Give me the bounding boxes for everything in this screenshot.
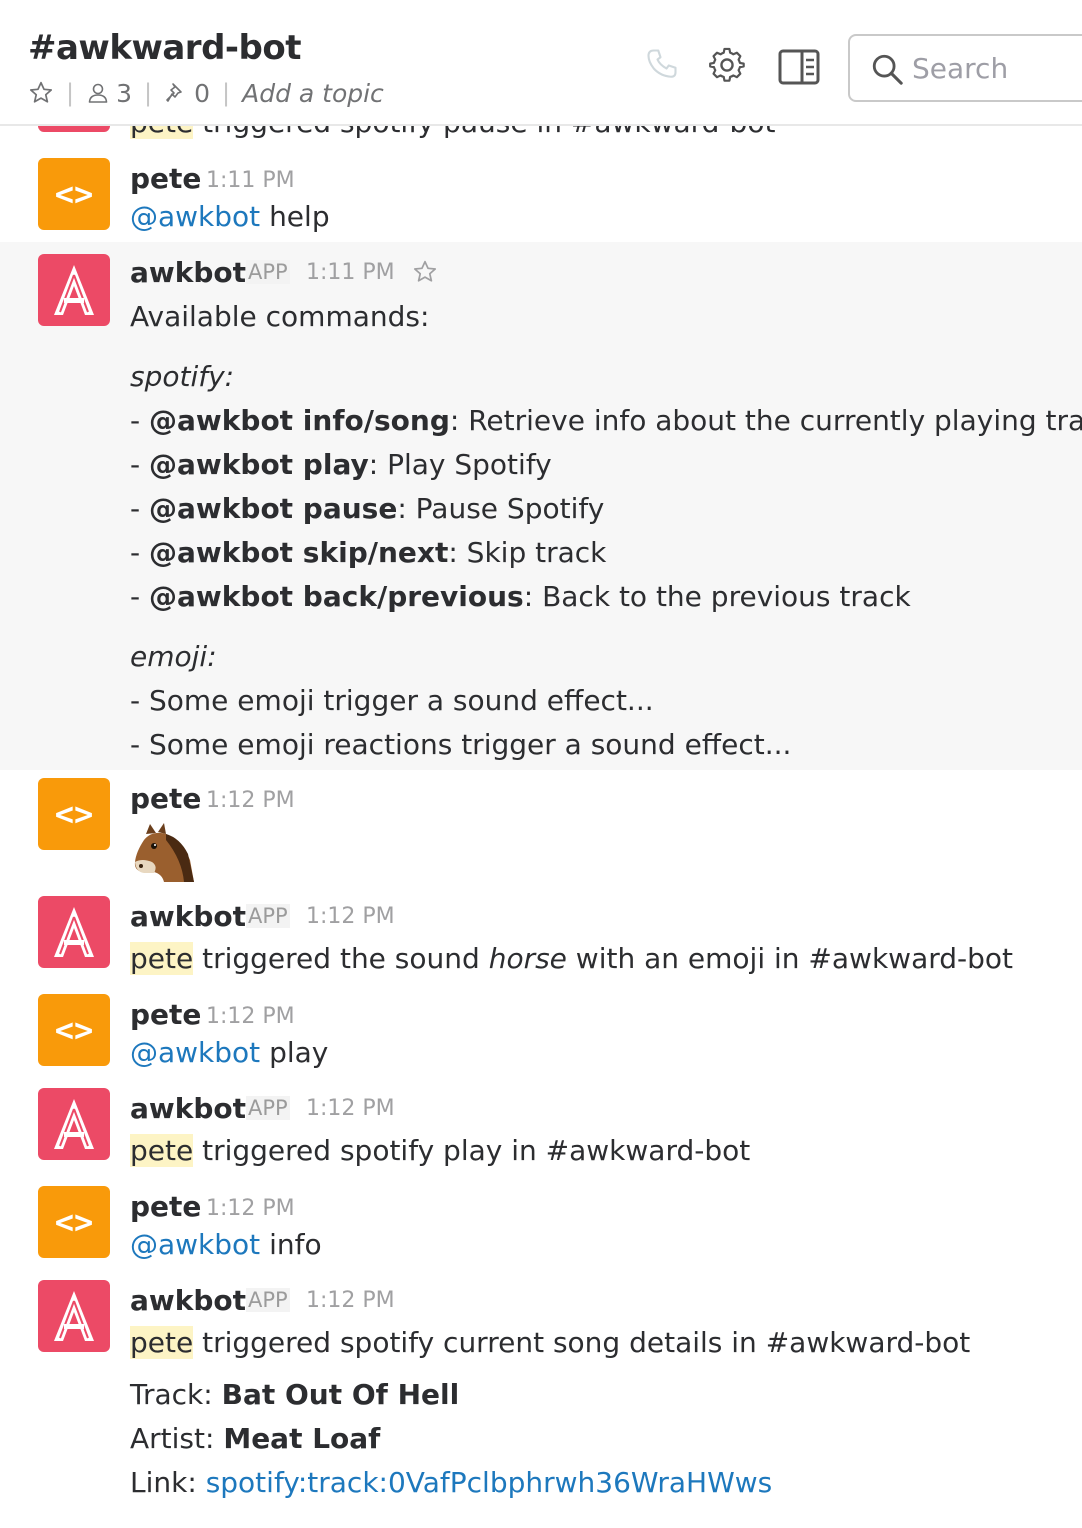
timestamp[interactable]: 1:12 PM xyxy=(306,1096,395,1121)
command-line: - @awkbot pause: Pause Spotify xyxy=(130,492,605,525)
message-text: @awkbot help xyxy=(130,200,330,233)
settings-button[interactable] xyxy=(708,46,746,88)
search-icon xyxy=(872,54,903,85)
awkbot-logo-icon xyxy=(54,265,94,315)
message: <> pete 1:12 PM @awkbot info xyxy=(0,1178,1082,1272)
avatar[interactable] xyxy=(38,896,110,968)
timestamp[interactable]: 1:11 PM xyxy=(306,260,395,285)
channel-title[interactable]: #awkward-bot xyxy=(28,28,301,68)
sidebar-toggle-icon xyxy=(778,49,820,85)
pin-icon xyxy=(166,83,182,102)
avatar[interactable]: <> xyxy=(38,158,110,230)
avatar[interactable]: <> xyxy=(38,994,110,1066)
pins-count: 0 xyxy=(194,78,210,108)
message: <> pete 1:12 PM @awkbot play xyxy=(0,986,1082,1080)
app-badge: APP xyxy=(246,1096,290,1120)
star-channel-button[interactable] xyxy=(28,80,54,106)
message-text: @awkbot play xyxy=(130,1036,329,1069)
search-input[interactable]: Search xyxy=(848,34,1082,102)
channel-header: #awkward-bot | 3 | 0 | Add a topic Searc… xyxy=(0,0,1082,126)
app-badge: APP xyxy=(246,904,290,928)
section-heading: spotify: xyxy=(130,360,235,393)
author-name[interactable]: pete xyxy=(130,162,201,195)
command-line: - @awkbot skip/next: Skip track xyxy=(130,536,607,569)
author-name[interactable]: pete xyxy=(130,782,201,815)
artist-line: Artist: Meat Loaf xyxy=(130,1422,381,1455)
emoji-line: - Some emoji reactions trigger a sound e… xyxy=(130,728,792,761)
message: awkbot APP 1:12 PM pete triggered spotif… xyxy=(0,1272,1082,1528)
awkbot-logo-icon xyxy=(54,1291,94,1341)
track-line: Track: Bat Out Of Hell xyxy=(130,1378,460,1411)
app-badge: APP xyxy=(246,260,290,284)
details-pane-button[interactable] xyxy=(778,48,820,90)
pins-button[interactable]: 0 xyxy=(164,79,210,108)
add-topic-link[interactable]: Add a topic xyxy=(242,79,384,108)
members-button[interactable]: 3 xyxy=(86,79,132,108)
message: awkbot APP 1:11 PM Available commands: s… xyxy=(0,242,1082,770)
message: <> pete 1:12 PM xyxy=(0,770,1082,888)
author-name[interactable]: awkbot xyxy=(130,256,246,289)
avatar[interactable]: <> xyxy=(38,778,110,850)
command-line: - @awkbot back/previous: Back to the pre… xyxy=(130,580,911,613)
message-text: @awkbot info xyxy=(130,1228,322,1261)
avatar[interactable] xyxy=(38,254,110,326)
avatar[interactable] xyxy=(38,1088,110,1160)
awkbot-logo-icon xyxy=(54,1099,94,1149)
channel-meta: | 3 | 0 | Add a topic xyxy=(28,78,384,108)
section-heading: emoji: xyxy=(130,640,217,673)
user-mention[interactable]: @awkbot xyxy=(130,1228,260,1261)
timestamp[interactable]: 1:11 PM xyxy=(206,168,295,193)
divider: | xyxy=(144,79,153,107)
phone-icon xyxy=(647,49,677,78)
author-name[interactable]: awkbot xyxy=(130,900,246,933)
divider: | xyxy=(222,79,231,107)
awkbot-logo-icon xyxy=(54,907,94,957)
author-name[interactable]: pete xyxy=(130,998,201,1031)
link-line: Link: spotify:track:0VafPclbphrwh36WraHW… xyxy=(130,1466,773,1499)
app-badge: APP xyxy=(246,1288,290,1312)
user-mention[interactable]: @awkbot xyxy=(130,200,260,233)
emoji-line: - Some emoji trigger a sound effect... xyxy=(130,684,654,717)
message-text: pete triggered spotify play in #awkward-… xyxy=(130,1134,751,1167)
author-name[interactable]: pete xyxy=(130,1190,201,1223)
command-line: - @awkbot info/song: Retrieve info about… xyxy=(130,404,1082,437)
author-name[interactable]: awkbot xyxy=(130,1092,246,1125)
spotify-link[interactable]: spotify:track:0VafPclbphrwh36WraHWws xyxy=(206,1466,773,1499)
horse-face-emoji-icon[interactable] xyxy=(132,820,196,888)
avatar[interactable] xyxy=(38,1280,110,1352)
message: awkbot APP 1:12 PM pete triggered the so… xyxy=(0,888,1082,986)
members-count: 3 xyxy=(116,78,132,108)
timestamp[interactable]: 1:12 PM xyxy=(206,1196,295,1221)
call-button[interactable] xyxy=(644,46,680,86)
message-text: pete triggered spotify current song deta… xyxy=(130,1326,971,1359)
person-icon xyxy=(88,83,108,103)
divider: | xyxy=(66,79,75,107)
message: <> pete 1:11 PM @awkbot help xyxy=(0,142,1082,242)
author-name[interactable]: awkbot xyxy=(130,1284,246,1317)
timestamp[interactable]: 1:12 PM xyxy=(206,788,295,813)
message-text: pete triggered the sound horse with an e… xyxy=(130,942,1014,975)
gear-icon xyxy=(709,47,745,82)
star-icon xyxy=(29,81,53,103)
timestamp[interactable]: 1:12 PM xyxy=(306,1288,395,1313)
user-mention[interactable]: @awkbot xyxy=(130,1036,260,1069)
timestamp[interactable]: 1:12 PM xyxy=(206,1004,295,1029)
message-text: Available commands: xyxy=(130,300,430,333)
timestamp[interactable]: 1:12 PM xyxy=(306,904,395,929)
avatar[interactable]: <> xyxy=(38,1186,110,1258)
message: awkbot APP 1:12 PM pete triggered spotif… xyxy=(0,1080,1082,1178)
star-icon[interactable] xyxy=(412,259,438,289)
command-line: - @awkbot play: Play Spotify xyxy=(130,448,552,481)
search-placeholder: Search xyxy=(912,52,1009,85)
